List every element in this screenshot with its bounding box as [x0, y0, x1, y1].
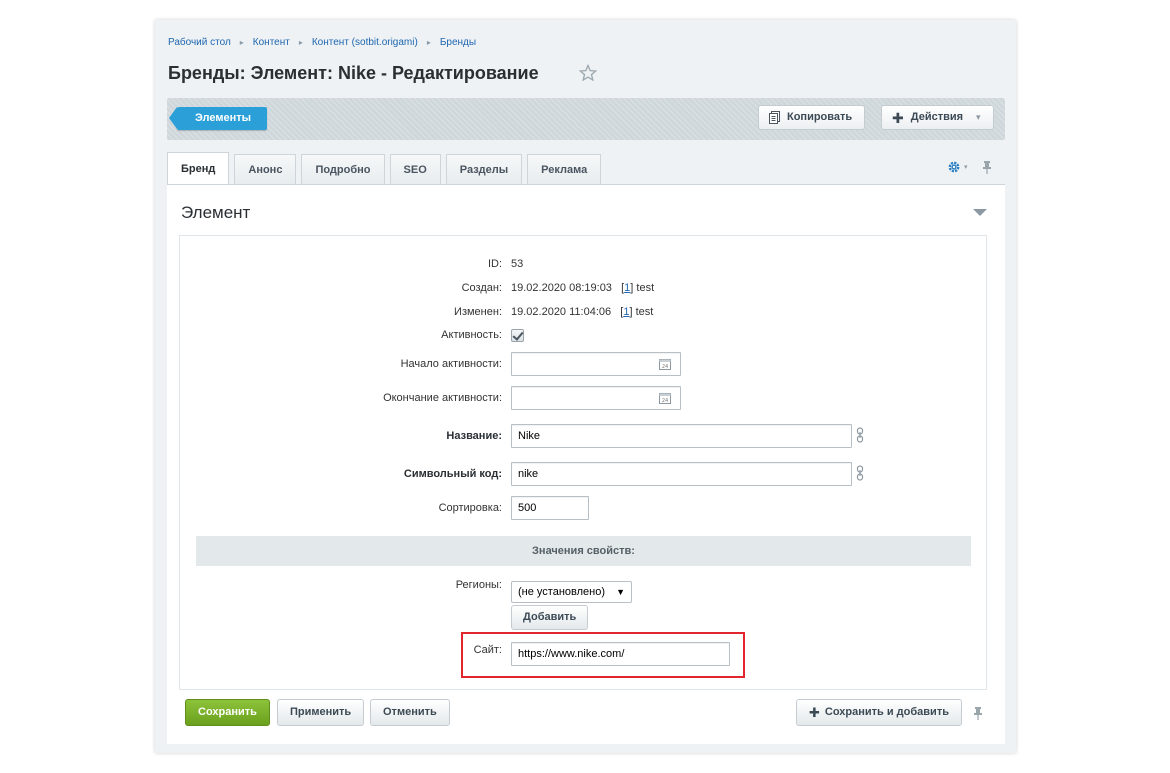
save-and-add-button[interactable]: ✚ Сохранить и добавить: [796, 699, 962, 726]
code-input[interactable]: nike: [511, 462, 852, 486]
tab-bar: Бренд Анонс Подробно SEO Разделы Реклама: [167, 152, 602, 184]
site-label: Сайт:: [473, 644, 502, 656]
copy-button-label: Копировать: [787, 111, 853, 123]
link-chain-icon[interactable]: [856, 465, 864, 481]
modified-date: 19.02.2020 11:04:06: [511, 306, 612, 318]
tab-seo[interactable]: SEO: [389, 154, 441, 184]
modified-value: 19.02.2020 11:04:06 [1] test: [511, 306, 654, 318]
chevron-down-icon: ▼: [616, 587, 625, 597]
breadcrumb-item-brands[interactable]: Бренды: [440, 37, 476, 48]
created-label: Создан:: [461, 282, 502, 294]
breadcrumb-item-desktop[interactable]: Рабочий стол: [168, 37, 231, 48]
code-value: nike: [518, 468, 539, 480]
actions-button-label: Действия: [910, 111, 964, 123]
plus-icon: ✚: [892, 109, 904, 126]
active-checkbox[interactable]: [511, 329, 524, 342]
star-icon[interactable]: [579, 64, 597, 82]
site-input[interactable]: https://www.nike.com/: [511, 642, 730, 666]
active-to-label: Окончание активности:: [383, 392, 502, 404]
gear-icon[interactable]: ▾: [948, 161, 968, 173]
sort-value: 500: [518, 502, 537, 514]
tab-brand[interactable]: Бренд: [167, 152, 230, 184]
regions-select[interactable]: (не установлено) ▼: [511, 581, 632, 603]
regions-label: Регионы:: [455, 579, 502, 591]
name-input[interactable]: Nike: [511, 424, 852, 448]
breadcrumb-item-content-sotbit[interactable]: Контент (sotbit.origami): [312, 37, 418, 48]
svg-text:24: 24: [662, 364, 668, 370]
element-form: ID: 53 Создан: 19.02.2020 08:19:03 [1] t…: [179, 235, 987, 690]
active-label: Активность:: [441, 329, 502, 341]
id-value: 53: [511, 258, 524, 270]
plus-icon: ✚: [809, 705, 820, 720]
calendar-icon[interactable]: 24: [659, 392, 671, 404]
section-title: Элемент: [181, 203, 251, 222]
breadcrumb-separator-icon: ▸: [298, 38, 303, 47]
breadcrumb-separator-icon: ▸: [239, 38, 244, 47]
active-to-input[interactable]: 24: [511, 386, 681, 410]
created-date: 19.02.2020 08:19:03: [511, 282, 612, 294]
cancel-button[interactable]: Отменить: [370, 699, 450, 726]
add-region-button[interactable]: Добавить: [511, 605, 589, 630]
page-title: Бренды: Элемент: Nike - Редактирование: [168, 63, 539, 83]
breadcrumb: Рабочий стол ▸ Контент ▸ Контент (sotbit…: [168, 37, 476, 48]
form-footer: Сохранить Применить Отменить ✚ Сохранить…: [167, 699, 1005, 739]
properties-header: Значения свойств:: [196, 536, 971, 566]
modified-user-id-link[interactable]: 1: [623, 306, 629, 318]
tab-content: Элемент ID: 53 Создан: 19.02.2020 08:19:…: [167, 184, 1005, 744]
tab-tools: ▾: [948, 160, 992, 174]
tab-details[interactable]: Подробно: [301, 154, 385, 184]
modified-user: test: [635, 306, 654, 318]
created-user: test: [636, 282, 655, 294]
copy-button[interactable]: Копировать: [758, 105, 866, 130]
site-value: https://www.nike.com/: [518, 648, 625, 660]
active-from-label: Начало активности:: [400, 358, 502, 370]
collapse-triangle-icon[interactable]: [973, 209, 987, 216]
copy-icon: [769, 111, 780, 124]
admin-panel: Рабочий стол ▸ Контент ▸ Контент (sotbit…: [155, 20, 1016, 753]
breadcrumb-separator-icon: ▸: [426, 38, 431, 47]
id-label: ID:: [487, 258, 502, 270]
name-value: Nike: [518, 430, 541, 442]
code-label: Символьный код:: [403, 468, 502, 480]
name-label: Название:: [446, 430, 502, 442]
toolbar: Элементы Копировать ✚ Действия ▾: [167, 98, 1005, 140]
link-chain-icon[interactable]: [856, 427, 864, 443]
sort-input[interactable]: 500: [511, 496, 589, 520]
calendar-icon[interactable]: 24: [659, 358, 671, 370]
save-button[interactable]: Сохранить: [185, 699, 270, 726]
created-user-id-link[interactable]: 1: [624, 282, 630, 294]
active-from-input[interactable]: 24: [511, 352, 681, 376]
sort-label: Сортировка:: [438, 502, 502, 514]
pin-icon[interactable]: [973, 706, 983, 720]
modified-label: Изменен:: [454, 306, 502, 318]
pin-icon[interactable]: [982, 160, 992, 174]
svg-text:24: 24: [662, 398, 668, 404]
tab-announce[interactable]: Анонс: [234, 154, 297, 184]
save-and-add-label: Сохранить и добавить: [824, 706, 949, 718]
elements-back-button[interactable]: Элементы: [168, 107, 268, 130]
regions-selected-value: (не установлено): [518, 586, 605, 598]
apply-button[interactable]: Применить: [277, 699, 365, 726]
breadcrumb-item-content[interactable]: Контент: [253, 37, 290, 48]
created-value: 19.02.2020 08:19:03 [1] test: [511, 282, 655, 294]
tab-ads[interactable]: Реклама: [527, 154, 602, 184]
actions-dropdown-button[interactable]: ✚ Действия ▾: [881, 105, 994, 130]
chevron-down-icon: ▾: [964, 164, 968, 171]
chevron-down-icon: ▾: [976, 112, 981, 122]
tab-sections[interactable]: Разделы: [445, 154, 523, 184]
